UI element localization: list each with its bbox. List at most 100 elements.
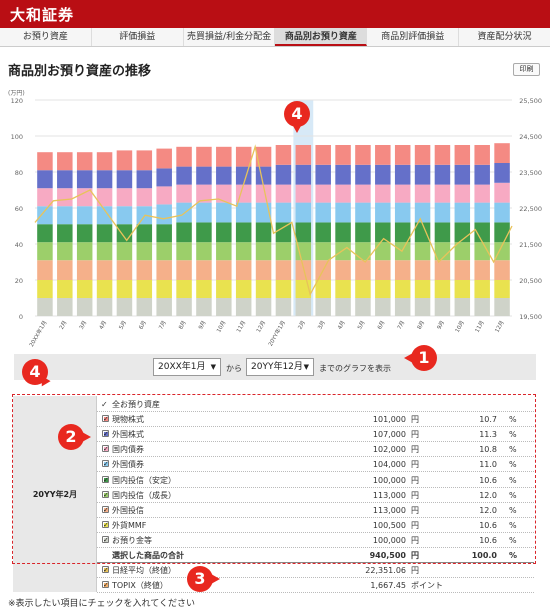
bar-segment	[235, 222, 252, 243]
bar-segment	[196, 166, 212, 185]
bar-segment	[156, 280, 172, 298]
bar-segment	[394, 242, 411, 261]
callout-badge: 4	[22, 359, 48, 385]
bar-segment	[355, 298, 371, 316]
tab-trading[interactable]: 売買損益/利金分配金	[184, 28, 276, 46]
range-suffix-label: までのグラフを表示	[319, 364, 391, 373]
bar-segment	[494, 222, 510, 243]
y-tick-label: 120	[11, 97, 23, 105]
row-amount: 1,667.45	[370, 581, 406, 591]
tab-product-assets[interactable]: 商品別お預り資産	[275, 28, 368, 46]
bar-segment	[255, 166, 272, 185]
header-bar: 大和証券	[0, 0, 550, 28]
bar-segment	[454, 202, 471, 223]
bar-segment	[216, 280, 232, 298]
bar-segment	[57, 152, 73, 171]
bar-segment	[37, 260, 53, 280]
bar-segment	[315, 280, 331, 298]
bar-segment	[235, 260, 252, 280]
table-row: ✓ 日経平均（終値） 22,351.06 円	[97, 563, 534, 579]
tab-bar: お預り資産 評価損益 売買損益/利金分配金 商品別お預り資産 商品別評価損益 資…	[0, 28, 550, 47]
bar-segment	[275, 145, 292, 165]
highlight-box	[12, 394, 536, 564]
bar-segment	[355, 145, 371, 165]
bar-segment	[57, 224, 73, 243]
bar-segment	[156, 148, 172, 169]
bar-segment	[375, 184, 391, 203]
page-title: 商品別お預り資産の推移	[8, 64, 152, 79]
x-tick-label: 11月	[474, 320, 486, 334]
bar-segment	[96, 224, 113, 243]
bar-segment	[57, 188, 73, 207]
bar-segment	[96, 242, 113, 261]
bar-segment	[394, 145, 411, 165]
bar-segment	[414, 145, 431, 165]
bar-segment	[434, 222, 451, 243]
x-tick-label: 6月	[376, 320, 387, 331]
x-tick-label: 2月	[58, 320, 69, 331]
y2-tick-label: 20,500	[519, 277, 542, 285]
x-tick-label: 9月	[197, 320, 208, 331]
bar-segment	[494, 163, 510, 183]
bar-segment	[434, 145, 451, 165]
bar-segment	[96, 298, 113, 316]
bar-segment	[196, 222, 212, 243]
bar-segment	[235, 202, 252, 223]
bar-segment	[355, 280, 371, 298]
tab-product-valuation[interactable]: 商品別評価損益	[367, 28, 460, 46]
y-tick-label: 0	[19, 313, 23, 321]
bar-segment	[216, 202, 232, 223]
bar-segment	[474, 280, 490, 298]
bar-segment	[196, 202, 212, 223]
tab-valuation[interactable]: 評価損益	[92, 28, 184, 46]
bar-segment	[216, 260, 232, 280]
y-tick-label: 60	[15, 205, 23, 213]
bar-segment	[136, 242, 153, 261]
bar-segment	[315, 164, 331, 185]
bar-segment	[355, 202, 371, 223]
bar-segment	[96, 152, 113, 171]
bar-segment	[216, 222, 232, 243]
bar-segment	[156, 224, 172, 243]
bar-segment	[235, 280, 252, 298]
bar-segment	[494, 260, 510, 280]
y-tick-label: 100	[11, 133, 23, 141]
bar-segment	[116, 260, 133, 280]
bar-segment	[394, 260, 411, 280]
x-tick-label: 5月	[356, 320, 367, 331]
bar-segment	[414, 202, 431, 223]
bar-segment	[57, 280, 73, 298]
bar-segment	[275, 242, 292, 261]
bar-segment	[414, 260, 431, 280]
start-month-select[interactable]: 20XX年1月 ▼	[153, 358, 221, 376]
bar-segment	[335, 260, 351, 280]
bar-segment	[57, 206, 73, 225]
bar-segment	[196, 280, 212, 298]
print-button[interactable]: 印刷	[513, 63, 540, 76]
bar-segment	[216, 184, 232, 203]
table-row: ✓ TOPIX（終値） 1,667.45 ポイント	[97, 578, 534, 594]
bar-segment	[295, 164, 312, 185]
bar-segment	[57, 242, 73, 261]
x-tick-label: 20YY年1月	[266, 319, 287, 347]
bar-segment	[335, 222, 351, 243]
tab-allocation[interactable]: 資産配分状況	[459, 28, 550, 46]
series-checkbox[interactable]: ✓	[102, 581, 109, 589]
bar-segment	[375, 260, 391, 280]
bar-segment	[335, 280, 351, 298]
bar-segment	[394, 202, 411, 223]
bar-segment	[434, 280, 451, 298]
bar-segment	[235, 146, 252, 167]
bar-segment	[275, 298, 292, 316]
series-checkbox[interactable]: ✓	[102, 566, 109, 574]
y2-tick-label: 22,500	[519, 205, 542, 213]
bar-segment	[176, 184, 192, 203]
bar-segment	[474, 164, 490, 185]
end-month-select[interactable]: 20YY年12月 ▼	[246, 358, 314, 376]
bar-segment	[176, 280, 192, 298]
callout-badge: 4	[284, 101, 310, 133]
bar-segment	[176, 260, 192, 280]
bar-segment	[76, 224, 93, 243]
tab-assets[interactable]: お預り資産	[0, 28, 92, 46]
brand-logo[interactable]: 大和証券	[10, 4, 74, 25]
